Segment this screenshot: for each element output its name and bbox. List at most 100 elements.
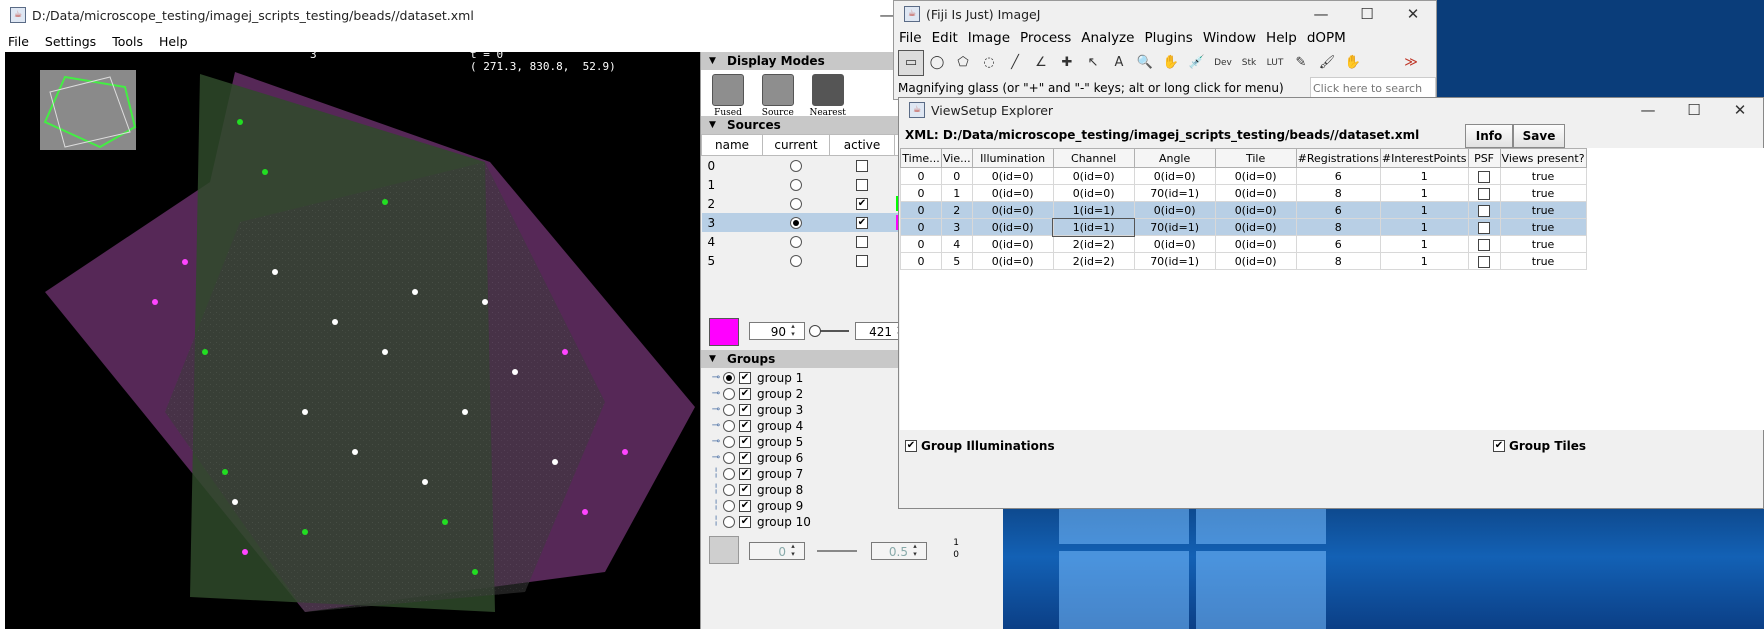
- table-cell[interactable]: true: [1499, 167, 1587, 185]
- psf-checkbox-cell[interactable]: [1467, 235, 1501, 253]
- table-cell[interactable]: 1: [1379, 235, 1469, 253]
- table-cell[interactable]: 0(id=0): [1133, 167, 1216, 185]
- column-header[interactable]: PSF: [1467, 148, 1501, 168]
- tool-icon[interactable]: ↖: [1080, 50, 1106, 76]
- table-cell[interactable]: 2: [941, 201, 973, 219]
- table-cell[interactable]: 0: [900, 167, 942, 185]
- col-name[interactable]: name: [701, 134, 763, 156]
- column-header[interactable]: Channel: [1052, 148, 1135, 168]
- current-group-radio[interactable]: [723, 420, 735, 432]
- fiji-menu-dopm[interactable]: dOPM: [1302, 30, 1351, 46]
- menu-settings[interactable]: Settings: [37, 34, 104, 49]
- nearest-mode-button[interactable]: Nearest: [805, 70, 851, 118]
- table-cell[interactable]: 1: [1379, 201, 1469, 219]
- table-cell[interactable]: 0(id=0): [1214, 252, 1297, 270]
- psf-checkbox-cell[interactable]: [1467, 218, 1501, 236]
- active-group-checkbox[interactable]: ✔: [739, 372, 751, 384]
- table-cell[interactable]: 0(id=0): [1133, 235, 1216, 253]
- tool-icon[interactable]: ╱: [1002, 50, 1028, 76]
- active-group-checkbox[interactable]: ✔: [739, 436, 751, 448]
- maximize-icon[interactable]: ☐: [1344, 1, 1390, 27]
- table-cell[interactable]: 0: [900, 201, 942, 219]
- table-cell[interactable]: 3: [941, 218, 973, 236]
- table-cell[interactable]: 1: [1379, 252, 1469, 270]
- bdv-titlebar[interactable]: ☕ D:/Data/microscope_testing/imagej_scri…: [0, 0, 1002, 30]
- current-source-radio[interactable]: [790, 255, 802, 267]
- table-cell[interactable]: 1: [1379, 184, 1469, 202]
- table-cell[interactable]: 70(id=1): [1133, 218, 1216, 236]
- col-current[interactable]: current: [762, 134, 830, 156]
- active-source-checkbox[interactable]: ✔: [856, 198, 868, 210]
- table-cell[interactable]: 0(id=0): [1214, 184, 1297, 202]
- table-cell[interactable]: 0(id=0): [971, 235, 1054, 253]
- maximize-icon[interactable]: ☐: [1671, 98, 1717, 122]
- table-cell[interactable]: 2(id=2): [1052, 252, 1135, 270]
- current-group-radio[interactable]: [723, 516, 735, 528]
- active-group-checkbox[interactable]: ✔: [739, 452, 751, 464]
- fused-mode-button[interactable]: Fused: [705, 70, 751, 118]
- vse-titlebar[interactable]: ☕ ViewSetup Explorer — ☐ ✕: [899, 98, 1763, 122]
- table-cell[interactable]: 4: [941, 235, 973, 253]
- min-intensity-spinner[interactable]: 90: [749, 322, 805, 340]
- tool-icon[interactable]: ▭: [898, 50, 924, 76]
- current-source-radio[interactable]: [790, 198, 802, 210]
- table-cell[interactable]: 0(id=0): [1133, 201, 1216, 219]
- current-group-radio[interactable]: [723, 372, 735, 384]
- table-cell[interactable]: 1(id=1): [1052, 201, 1135, 219]
- tool-icon[interactable]: A: [1106, 50, 1132, 76]
- group-illuminations-option[interactable]: ✔ Group Illuminations: [905, 439, 1055, 453]
- menu-tools[interactable]: Tools: [104, 34, 151, 49]
- save-button[interactable]: Save: [1513, 124, 1565, 148]
- current-source-radio[interactable]: [790, 236, 802, 248]
- table-cell[interactable]: 70(id=1): [1133, 184, 1216, 202]
- table-cell[interactable]: 0: [900, 252, 942, 270]
- tool-icon[interactable]: ∠: [1028, 50, 1054, 76]
- table-cell[interactable]: 8: [1295, 218, 1381, 236]
- table-cell[interactable]: true: [1499, 252, 1587, 270]
- current-source-radio[interactable]: [790, 217, 802, 229]
- table-cell[interactable]: 2(id=2): [1052, 235, 1135, 253]
- tool-icon[interactable]: ≫: [1398, 50, 1424, 76]
- table-cell[interactable]: 0(id=0): [1214, 235, 1297, 253]
- table-cell[interactable]: 0(id=0): [971, 218, 1054, 236]
- psf-checkbox-cell[interactable]: [1467, 167, 1501, 185]
- current-source-radio[interactable]: [790, 160, 802, 172]
- active-group-checkbox[interactable]: ✔: [739, 516, 751, 528]
- table-cell[interactable]: 0: [900, 235, 942, 253]
- table-cell[interactable]: 8: [1295, 184, 1381, 202]
- current-group-radio[interactable]: [723, 404, 735, 416]
- fiji-menu-image[interactable]: Image: [963, 30, 1015, 46]
- psf-checkbox[interactable]: [1478, 187, 1491, 200]
- active-group-checkbox[interactable]: ✔: [739, 500, 751, 512]
- table-cell[interactable]: 0(id=0): [1052, 184, 1135, 202]
- minimize-icon[interactable]: —: [1625, 98, 1671, 122]
- tool-icon[interactable]: ◯: [924, 50, 950, 76]
- current-group-radio[interactable]: [723, 452, 735, 464]
- tool-icon[interactable]: ◌: [976, 50, 1002, 76]
- table-cell[interactable]: 0: [900, 184, 942, 202]
- active-source-checkbox[interactable]: [856, 255, 868, 267]
- table-cell[interactable]: 0: [941, 167, 973, 185]
- active-group-checkbox[interactable]: ✔: [739, 468, 751, 480]
- psf-checkbox-cell[interactable]: [1467, 252, 1501, 270]
- table-cell[interactable]: 8: [1295, 252, 1381, 270]
- psf-checkbox[interactable]: [1478, 204, 1491, 217]
- table-row[interactable]: 0 3 0(id=0) 1(id=1) 70(id=1) 0(id=0) 8 1 true: [900, 217, 1587, 237]
- tool-icon[interactable]: ✋: [1340, 50, 1366, 76]
- fiji-menu-file[interactable]: File: [894, 30, 927, 46]
- current-group-radio[interactable]: [723, 388, 735, 400]
- col-active[interactable]: active: [829, 134, 895, 156]
- current-group-radio[interactable]: [723, 484, 735, 496]
- group-max-spinner[interactable]: 0.5: [871, 542, 927, 560]
- table-cell[interactable]: true: [1499, 201, 1587, 219]
- viewer-canvas[interactable]: 3 t = 0 ( 271.3, 830.8, 52.9): [5, 52, 700, 629]
- group-min-spinner[interactable]: 0: [749, 542, 805, 560]
- menu-file[interactable]: File: [0, 34, 37, 49]
- tool-icon[interactable]: Stk: [1236, 50, 1262, 76]
- table-row[interactable]: 0 4 0(id=0) 2(id=2) 0(id=0) 0(id=0) 6 1 true: [900, 235, 1587, 253]
- table-cell[interactable]: 1: [1379, 167, 1469, 185]
- table-cell[interactable]: 0: [900, 218, 942, 236]
- current-source-radio[interactable]: [790, 179, 802, 191]
- psf-checkbox[interactable]: [1478, 238, 1491, 251]
- psf-checkbox[interactable]: [1478, 221, 1491, 234]
